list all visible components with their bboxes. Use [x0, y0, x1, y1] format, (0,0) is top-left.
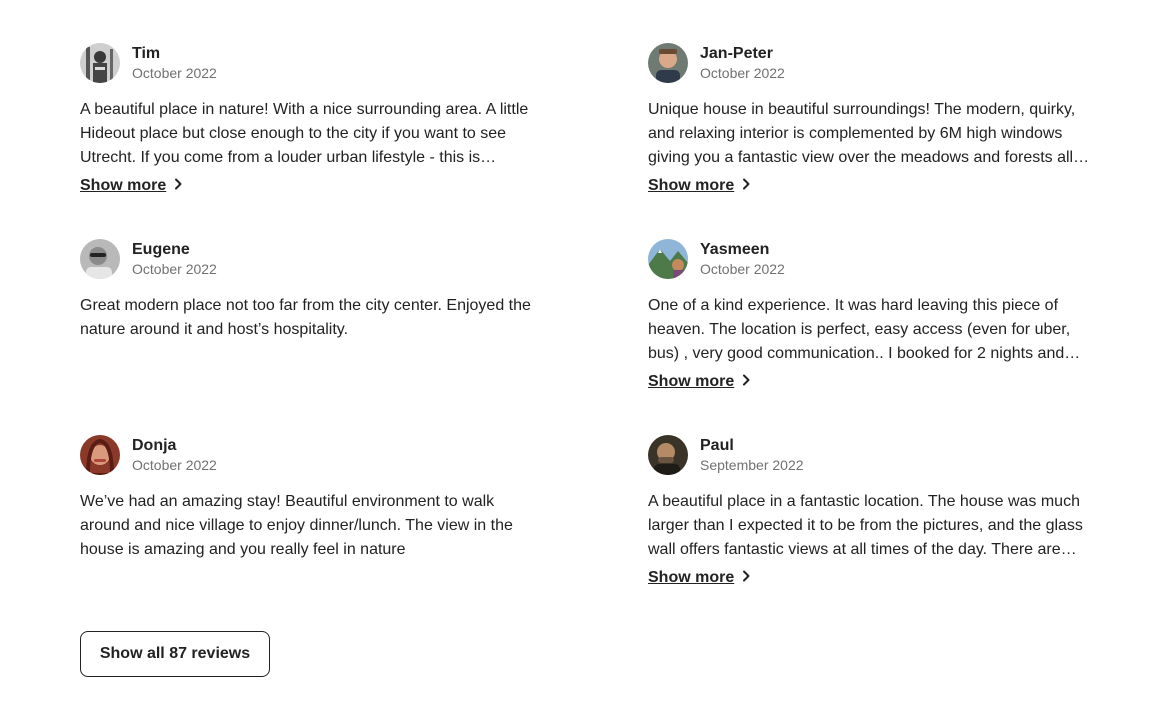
review-card: Eugene October 2022 Great modern place n… [80, 239, 540, 342]
reviewer-name: Jan-Peter [700, 45, 773, 62]
chevron-right-icon [742, 568, 750, 588]
review-text: A beautiful place in nature! With a nice… [80, 101, 529, 166]
reviewer-name: Donja [132, 437, 177, 454]
review-date: October 2022 [700, 65, 785, 81]
show-more-button[interactable]: Show more [648, 568, 750, 588]
review-text: We’ve had an amazing stay! Beautiful env… [80, 493, 513, 558]
reviewer-name: Paul [700, 437, 734, 454]
chevron-right-icon [174, 176, 182, 196]
review-date: October 2022 [132, 65, 217, 81]
reviewer-meta: Donja October 2022 [132, 436, 217, 474]
show-more-label: Show more [648, 569, 735, 586]
review-text: One of a kind experience. It was hard le… [648, 297, 1081, 362]
reviewer-meta: Tim October 2022 [132, 44, 217, 82]
avatar[interactable] [648, 239, 688, 279]
show-all-reviews-button[interactable]: Show all 87 reviews [80, 631, 270, 677]
review-header: Yasmeen October 2022 [648, 239, 1108, 279]
review-date: October 2022 [700, 261, 785, 277]
reviewer-meta: Eugene October 2022 [132, 240, 217, 278]
review-card: Jan-Peter October 2022 Unique house in b… [648, 43, 1108, 196]
reviewer-meta: Yasmeen October 2022 [700, 240, 785, 278]
reviewer-name: Yasmeen [700, 241, 770, 258]
review-text: Great modern place not too far from the … [80, 297, 531, 338]
chevron-right-icon [742, 176, 750, 196]
review-text: Unique house in beautiful surroundings! … [648, 101, 1090, 166]
avatar[interactable] [80, 43, 120, 83]
review-card: Paul September 2022 A beautiful place in… [648, 435, 1108, 588]
review-header: Paul September 2022 [648, 435, 1108, 475]
show-more-button[interactable]: Show more [648, 372, 750, 392]
reviewer-name: Tim [132, 45, 161, 62]
chevron-right-icon [742, 372, 750, 392]
review-header: Donja October 2022 [80, 435, 540, 475]
avatar[interactable] [648, 435, 688, 475]
reviewer-meta: Jan-Peter October 2022 [700, 44, 785, 82]
review-date: September 2022 [700, 457, 804, 473]
show-more-label: Show more [80, 177, 167, 194]
review-card: Donja October 2022 We’ve had an amazing … [80, 435, 540, 562]
review-header: Jan-Peter October 2022 [648, 43, 1108, 83]
show-more-label: Show more [648, 373, 735, 390]
review-date: October 2022 [132, 457, 217, 473]
show-more-button[interactable]: Show more [80, 176, 182, 196]
reviewer-name: Eugene [132, 241, 190, 258]
avatar[interactable] [80, 239, 120, 279]
show-more-label: Show more [648, 177, 735, 194]
reviewer-meta: Paul September 2022 [700, 436, 804, 474]
review-card: Tim October 2022 A beautiful place in na… [80, 43, 540, 196]
review-date: October 2022 [132, 261, 217, 277]
avatar[interactable] [648, 43, 688, 83]
show-more-button[interactable]: Show more [648, 176, 750, 196]
review-header: Eugene October 2022 [80, 239, 540, 279]
avatar[interactable] [80, 435, 120, 475]
review-text: A beautiful place in a fantastic locatio… [648, 493, 1083, 558]
review-header: Tim October 2022 [80, 43, 540, 83]
review-card: Yasmeen October 2022 One of a kind exper… [648, 239, 1108, 392]
